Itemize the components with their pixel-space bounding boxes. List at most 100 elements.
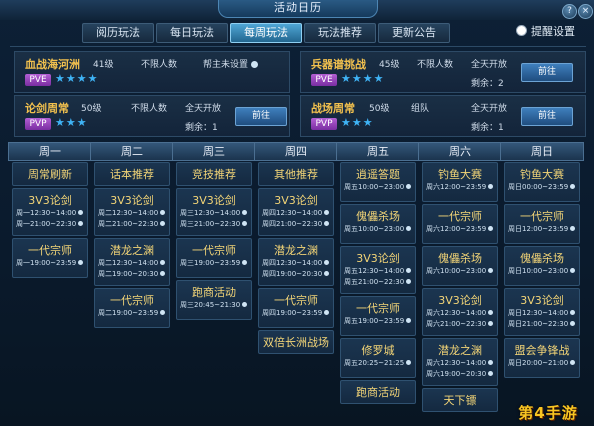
clock-icon xyxy=(242,302,248,307)
schedule-cell[interactable]: 跑商活动 周三20:45~21:30 xyxy=(176,280,252,320)
go-button[interactable]: 前往 xyxy=(521,107,573,126)
activity-time-text: 周六12:30~14:00 xyxy=(426,309,487,317)
schedule-cell[interactable]: 3V3论剑 周二12:30~14:00 周二21:00~22:30 xyxy=(94,188,170,236)
schedule-cell[interactable]: 一代宗师 周六12:00~23:59 xyxy=(422,204,498,244)
schedule-cell[interactable]: 一代宗师 周一19:00~23:59 xyxy=(12,238,88,278)
clock-icon xyxy=(488,184,494,189)
activity-time-text: 周一21:00~22:30 xyxy=(16,220,77,228)
activity-time-text: 周日12:30~14:00 xyxy=(508,309,569,317)
schedule-cell[interactable]: 其他推荐 xyxy=(258,162,334,186)
activity-name: 3V3论剑 xyxy=(28,194,72,207)
activity-time: 周四21:00~22:30 xyxy=(262,219,330,229)
event-remaining: 剩余：2 xyxy=(471,79,504,89)
schedule-cell[interactable]: 潜龙之渊 周六12:30~14:00 周六19:00~20:30 xyxy=(422,338,498,386)
tab-0[interactable]: 阅历玩法 xyxy=(82,23,154,43)
site-watermark: 第4手游 xyxy=(518,404,578,422)
schedule-cell[interactable]: 傀儡杀场 周六10:00~23:00 xyxy=(422,246,498,286)
schedule-cell[interactable]: 双倍长洲战场 xyxy=(258,330,334,354)
schedule-cell[interactable]: 逍遥答题 周五10:00~23:00 xyxy=(340,162,416,202)
activity-time-text: 周五19:00~23:59 xyxy=(344,317,405,325)
help-icon[interactable]: ? xyxy=(562,4,577,19)
schedule-cell[interactable]: 3V3论剑 周六12:30~14:00 周六21:00~22:30 xyxy=(422,288,498,336)
activity-time-text: 周五12:30~14:00 xyxy=(344,267,405,275)
close-icon[interactable]: × xyxy=(578,4,593,19)
activity-time: 周六12:00~23:59 xyxy=(426,224,494,234)
clock-icon xyxy=(324,260,330,265)
clock-icon xyxy=(160,210,166,215)
day-header-sat: 周六 xyxy=(418,142,502,161)
schedule-cell[interactable]: 傀儡杀场 周日10:00~23:00 xyxy=(504,246,580,286)
schedule-cell[interactable]: 3V3论剑 周一12:30~14:00 周一21:00~22:30 xyxy=(12,188,88,236)
schedule-cell[interactable]: 一代宗师 周日12:00~23:59 xyxy=(504,204,580,244)
schedule-cell[interactable]: 潜龙之渊 周二12:30~14:00 周二19:00~20:30 xyxy=(94,238,170,286)
clock-icon xyxy=(160,310,166,315)
activity-time-text: 周四19:00~20:30 xyxy=(262,270,323,278)
activity-name: 一代宗师 xyxy=(520,210,564,223)
activity-time: 周五20:25~21:25 xyxy=(344,358,412,368)
activity-time-text: 周六19:00~20:30 xyxy=(426,370,487,378)
schedule-cell[interactable]: 天下镖 xyxy=(422,388,498,412)
tab-3[interactable]: 玩法推荐 xyxy=(304,23,376,43)
day-header-sun: 周日 xyxy=(500,142,584,161)
schedule-cell[interactable]: 盟会争锋战 周日20:00~21:00 xyxy=(504,338,580,378)
schedule-cell[interactable]: 一代宗师 周二19:00~23:59 xyxy=(94,288,170,328)
activity-name: 潜龙之渊 xyxy=(110,244,154,257)
schedule-cell[interactable]: 钓鱼大赛 周日00:00~23:59 xyxy=(504,162,580,202)
schedule-cell[interactable]: 3V3论剑 周五12:30~14:00 周五21:00~22:30 xyxy=(340,246,416,294)
event-card-3[interactable]: 论剑周常 50级 不限人数 全天开放 剩余：1 PVP ★★★ 前往 xyxy=(14,95,290,137)
schedule-cell[interactable]: 跑商活动 xyxy=(340,380,416,404)
go-button[interactable]: 前往 xyxy=(235,107,287,126)
clock-icon xyxy=(78,221,84,226)
schedule-cell[interactable]: 竞技推荐 xyxy=(176,162,252,186)
activity-name: 3V3论剑 xyxy=(438,294,482,307)
event-card-4[interactable]: 战场周常 50级 组队 全天开放 剩余：1 PVP ★★★ 前往 xyxy=(300,95,586,137)
tab-4[interactable]: 更新公告 xyxy=(378,23,450,43)
schedule-cell[interactable]: 傀儡杀场 周五10:00~23:00 xyxy=(340,204,416,244)
event-card-1[interactable]: 血战海河洲 41级 不限人数 帮主未设置 PVE ★★★★ xyxy=(14,51,290,93)
go-button[interactable]: 前往 xyxy=(521,63,573,82)
schedule-cell[interactable]: 潜龙之渊 周四12:30~14:00 周四19:00~20:30 xyxy=(258,238,334,286)
activity-time: 周一12:30~14:00 xyxy=(16,208,84,218)
event-time: 全天开放 xyxy=(471,60,508,70)
clock-icon xyxy=(406,184,412,189)
clock-icon xyxy=(242,210,248,215)
clock-icon xyxy=(160,271,166,276)
activity-time: 周六10:00~23:00 xyxy=(426,266,494,276)
activity-time: 周一21:00~22:30 xyxy=(16,219,84,229)
activity-time: 周五10:00~23:00 xyxy=(344,224,412,234)
schedule-cell[interactable]: 话本推荐 xyxy=(94,162,170,186)
schedule-cell[interactable]: 修罗城 周五20:25~21:25 xyxy=(340,338,416,378)
event-card-2[interactable]: 兵器谱挑战 45级 不限人数 全天开放 剩余：2 PVE ★★★★ 前往 xyxy=(300,51,586,93)
clock-icon xyxy=(406,268,412,273)
event-time-text: 帮主未设置 xyxy=(203,60,249,70)
mode-badge: PVE xyxy=(25,74,51,86)
activity-time-text: 周五21:00~22:30 xyxy=(344,278,405,286)
day-header-wed: 周三 xyxy=(172,142,256,161)
activity-time-text: 周三19:00~23:59 xyxy=(180,259,241,267)
activity-name: 潜龙之渊 xyxy=(274,244,318,257)
day-header-fri: 周五 xyxy=(336,142,420,161)
schedule-cell[interactable]: 钓鱼大赛 周六12:00~23:59 xyxy=(422,162,498,202)
schedule-cell[interactable]: 3V3论剑 周四12:30~14:00 周四21:00~22:30 xyxy=(258,188,334,236)
schedule-cell[interactable]: 3V3论剑 周日12:30~14:00 周日21:00~22:30 xyxy=(504,288,580,336)
activity-time-text: 周三21:00~22:30 xyxy=(180,220,241,228)
clock-icon xyxy=(242,260,248,265)
activity-time: 周日20:00~21:00 xyxy=(508,358,576,368)
clock-icon xyxy=(488,360,494,365)
clock-icon xyxy=(488,310,494,315)
schedule-cell[interactable]: 一代宗师 周五19:00~23:59 xyxy=(340,296,416,336)
schedule-cell[interactable]: 一代宗师 周四19:00~23:59 xyxy=(258,288,334,328)
schedule-cell[interactable]: 一代宗师周三19:00~23:59 xyxy=(176,238,252,278)
activity-name: 其他推荐 xyxy=(274,168,318,181)
window-title: 活动日历 xyxy=(218,0,378,18)
schedule-cell[interactable]: 3V3论剑 周三12:30~14:00 周三21:00~22:30 xyxy=(176,188,252,236)
activity-time-text: 周二12:30~14:00 xyxy=(98,259,159,267)
activity-name: 一代宗师 xyxy=(192,244,236,257)
schedule-cell[interactable]: 周常刷新 xyxy=(12,162,88,186)
remind-settings-button[interactable]: 提醒设置 xyxy=(516,23,575,41)
tab-1[interactable]: 每日玩法 xyxy=(156,23,228,43)
tab-2[interactable]: 每周玩法 xyxy=(230,23,302,43)
activity-name: 一代宗师 xyxy=(110,294,154,307)
activity-time: 周日12:30~14:00 xyxy=(508,308,576,318)
event-level: 45级 xyxy=(379,60,400,70)
